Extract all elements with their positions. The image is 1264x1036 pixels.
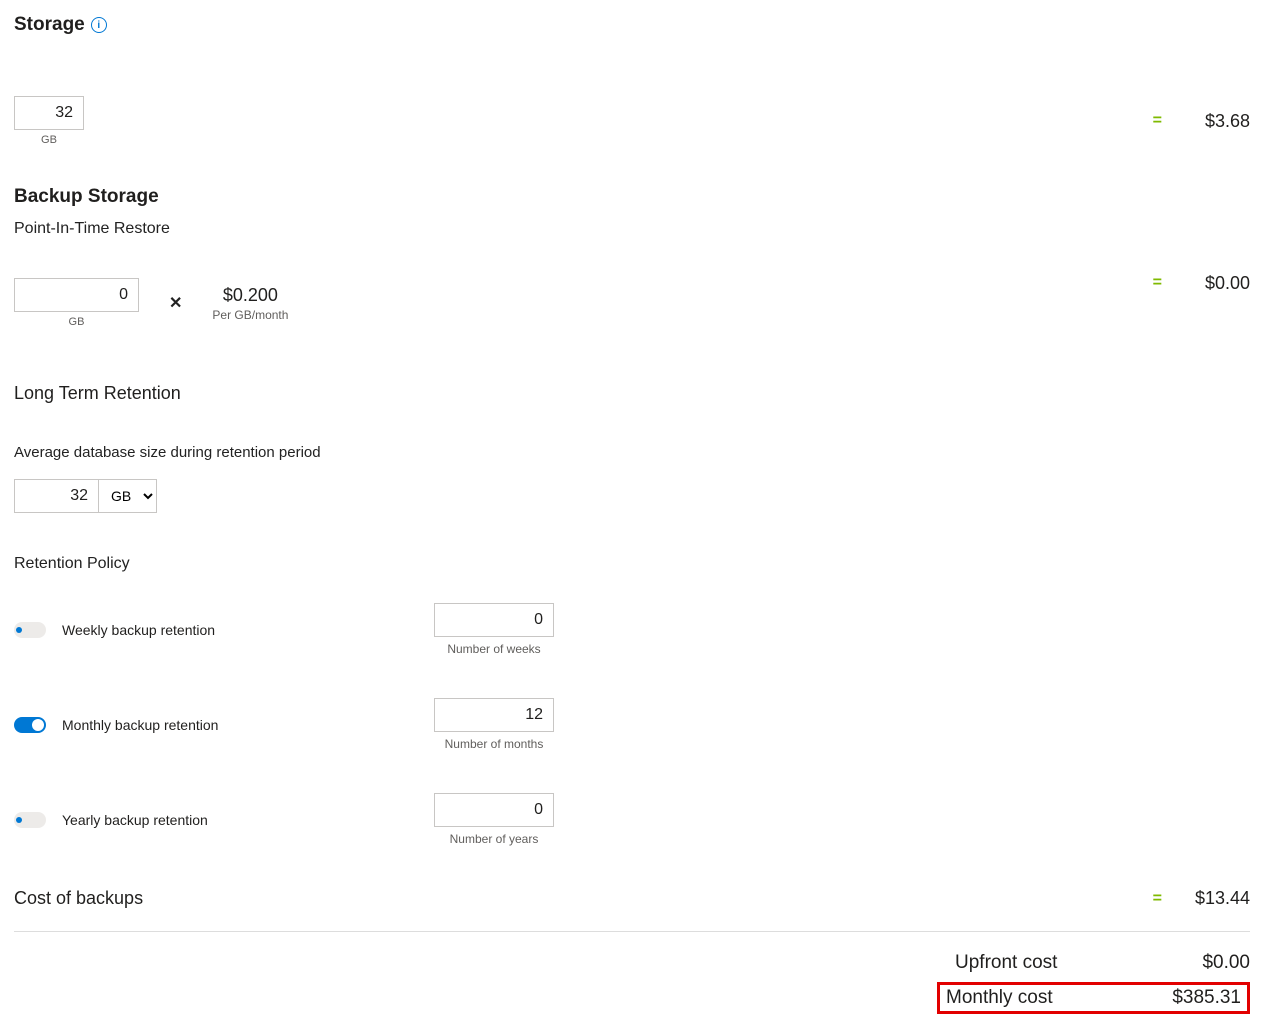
pitr-price-block: $0.200 Per GB/month — [212, 285, 288, 322]
monthly-cost-row: Monthly cost $385.31 — [14, 982, 1250, 1014]
multiply-icon: ✕ — [169, 293, 182, 313]
upfront-label: Upfront cost — [955, 952, 1085, 974]
cost-backups-value: $13.44 — [1190, 888, 1250, 909]
yearly-retention-row: Yearly backup retention Number of years — [14, 793, 1250, 846]
ltr-heading: Long Term Retention — [14, 383, 1250, 404]
pitr-size-input[interactable] — [14, 278, 139, 312]
monthly-retention-row: Monthly backup retention Number of month… — [14, 698, 1250, 751]
pitr-price-unit: Per GB/month — [212, 308, 288, 322]
monthly-label: Monthly cost — [946, 987, 1076, 1009]
weekly-retention-row: Weekly backup retention Number of weeks — [14, 603, 1250, 656]
avg-size-unit-select[interactable]: GB — [99, 479, 157, 513]
backup-heading: Backup Storage — [14, 186, 159, 208]
upfront-value: $0.00 — [1165, 952, 1250, 974]
pitr-cost-value: $0.00 — [1190, 273, 1250, 294]
storage-input-block: GB — [14, 96, 84, 146]
weekly-value-input[interactable] — [434, 603, 554, 637]
yearly-toggle[interactable] — [14, 812, 46, 828]
pitr-subtitle: Point-In-Time Restore — [14, 220, 1250, 238]
storage-unit: GB — [41, 134, 57, 146]
avg-size-input[interactable] — [14, 479, 99, 513]
yearly-value-input[interactable] — [434, 793, 554, 827]
pitr-input-block: GB — [14, 278, 139, 328]
monthly-toggle[interactable] — [14, 717, 46, 733]
upfront-cost-row: Upfront cost $0.00 — [14, 952, 1250, 974]
yearly-caption: Number of years — [450, 832, 539, 846]
storage-heading: Storage i — [14, 14, 107, 36]
backup-title: Backup Storage — [14, 186, 159, 208]
pitr-cost: = $0.00 — [1153, 273, 1250, 294]
retention-policy-label: Retention Policy — [14, 555, 1250, 573]
equals-icon: = — [1153, 274, 1162, 292]
yearly-label: Yearly backup retention — [62, 812, 208, 828]
pitr-price: $0.200 — [212, 285, 288, 306]
avg-size-label: Average database size during retention p… — [14, 444, 1250, 461]
weekly-label: Weekly backup retention — [62, 622, 215, 638]
cost-backups-label: Cost of backups — [14, 888, 143, 909]
monthly-highlight: Monthly cost $385.31 — [937, 982, 1250, 1014]
weekly-caption: Number of weeks — [447, 642, 540, 656]
weekly-toggle[interactable] — [14, 622, 46, 638]
equals-icon: = — [1153, 890, 1162, 908]
storage-cost: = $3.68 — [1153, 111, 1250, 132]
monthly-label: Monthly backup retention — [62, 717, 218, 733]
storage-title: Storage — [14, 14, 85, 36]
monthly-value: $385.31 — [1156, 987, 1241, 1009]
storage-cost-value: $3.68 — [1190, 111, 1250, 132]
monthly-value-input[interactable] — [434, 698, 554, 732]
storage-size-input[interactable] — [14, 96, 84, 130]
info-icon[interactable]: i — [91, 17, 107, 33]
monthly-caption: Number of months — [445, 737, 544, 751]
equals-icon: = — [1153, 112, 1162, 130]
pitr-unit: GB — [69, 316, 85, 328]
cost-backups-cost: = $13.44 — [1153, 888, 1250, 909]
